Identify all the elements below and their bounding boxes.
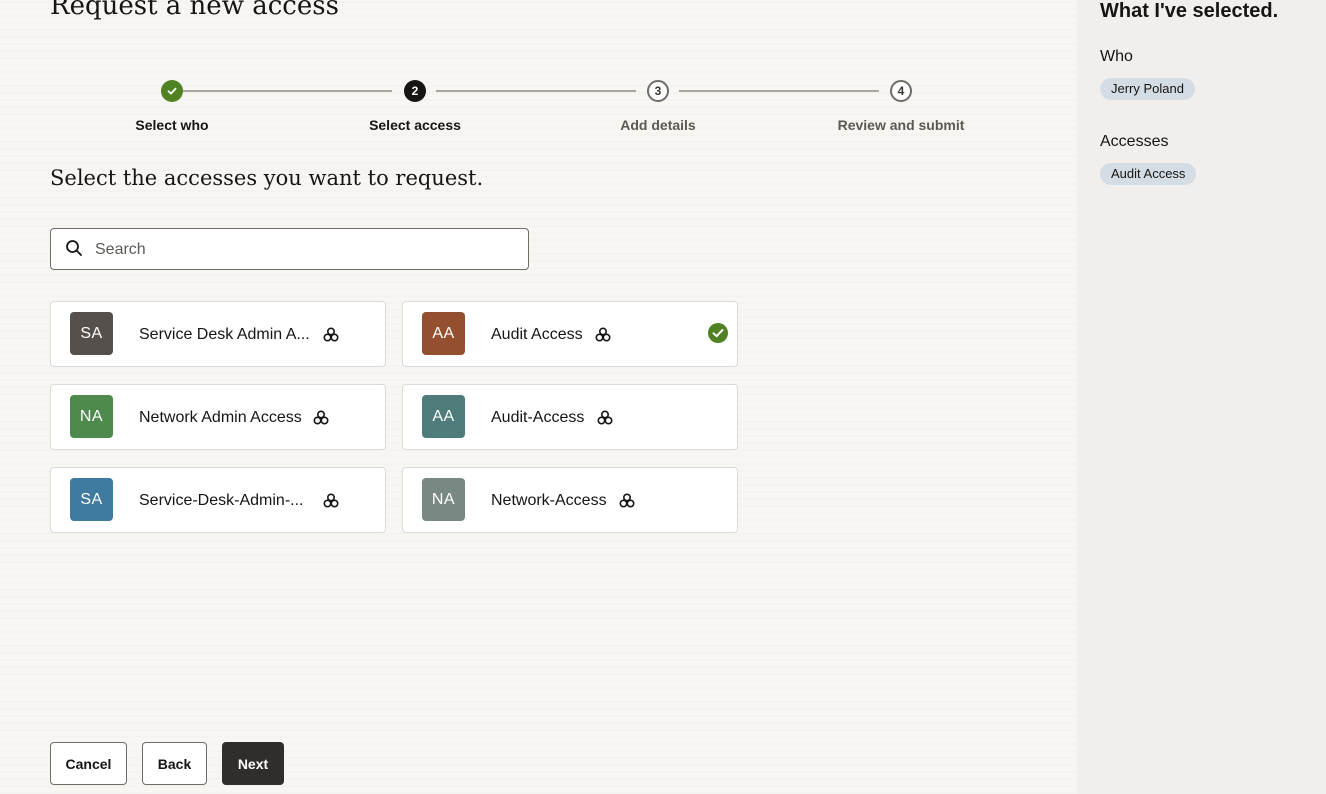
access-card-audit-access-2[interactable]: AA Audit-Access — [402, 384, 738, 450]
selected-user-chip: Jerry Poland — [1100, 78, 1195, 100]
who-label: Who — [1100, 48, 1133, 65]
access-avatar: SA — [70, 478, 113, 521]
access-card-title: Service Desk Admin A... — [139, 326, 310, 343]
access-avatar: NA — [422, 478, 465, 521]
step-3-label: Add details — [620, 117, 696, 133]
role-bundle-icon — [597, 410, 613, 425]
selection-summary-panel: What I've selected. Who Jerry Poland Acc… — [1077, 0, 1326, 794]
access-card-title: Audit-Access — [491, 409, 585, 426]
role-bundle-icon — [313, 410, 329, 425]
access-card-service-desk-admin[interactable]: SA Service Desk Admin A... — [50, 301, 386, 367]
role-bundle-icon — [595, 327, 611, 342]
access-card-title: Audit Access — [491, 326, 583, 343]
step-3-indicator: 3 — [647, 80, 669, 102]
access-avatar: NA — [70, 395, 113, 438]
step-2-label: Select access — [369, 117, 461, 133]
step-1-label: Select who — [135, 117, 209, 133]
access-card-title: Network Admin Access — [139, 409, 302, 426]
access-card-network-access[interactable]: NA Network-Access — [402, 467, 738, 533]
step-2-indicator: 2 — [404, 80, 426, 102]
role-bundle-icon — [323, 327, 339, 342]
role-bundle-icon — [619, 493, 635, 508]
access-card-title: Network-Access — [491, 492, 607, 509]
step-connector — [436, 90, 636, 92]
accesses-label: Accesses — [1100, 133, 1169, 150]
section-title: Select the accesses you want to request. — [50, 166, 484, 190]
progress-stepper: 2 3 4 Select who Select access Add detai… — [0, 80, 1077, 140]
next-button[interactable]: Next — [222, 742, 284, 785]
selected-check-icon — [708, 323, 728, 343]
selected-access-chip: Audit Access — [1100, 163, 1197, 185]
search-icon — [66, 240, 82, 256]
access-card-service-desk-admin-2[interactable]: SA Service-Desk-Admin-... — [50, 467, 386, 533]
search-input[interactable] — [93, 229, 517, 271]
access-card-audit-access[interactable]: AA Audit Access — [402, 301, 738, 367]
role-bundle-icon — [323, 493, 339, 508]
back-button[interactable]: Back — [142, 742, 207, 785]
access-avatar: SA — [70, 312, 113, 355]
step-connector — [679, 90, 879, 92]
page-title: Request a new access — [50, 0, 339, 21]
access-card-title: Service-Desk-Admin-... — [139, 492, 304, 509]
step-connector — [183, 90, 392, 92]
search-box[interactable] — [50, 228, 529, 271]
access-avatar: AA — [422, 395, 465, 438]
step-1-complete-icon — [161, 80, 183, 102]
main-panel: Request a new access 2 3 4 Select who Se… — [0, 0, 1077, 794]
access-avatar: AA — [422, 312, 465, 355]
step-4-indicator: 4 — [890, 80, 912, 102]
cancel-button[interactable]: Cancel — [50, 742, 127, 785]
step-4-label: Review and submit — [837, 117, 965, 133]
summary-title: What I've selected. — [1100, 0, 1279, 22]
access-card-network-admin-access[interactable]: NA Network Admin Access — [50, 384, 386, 450]
